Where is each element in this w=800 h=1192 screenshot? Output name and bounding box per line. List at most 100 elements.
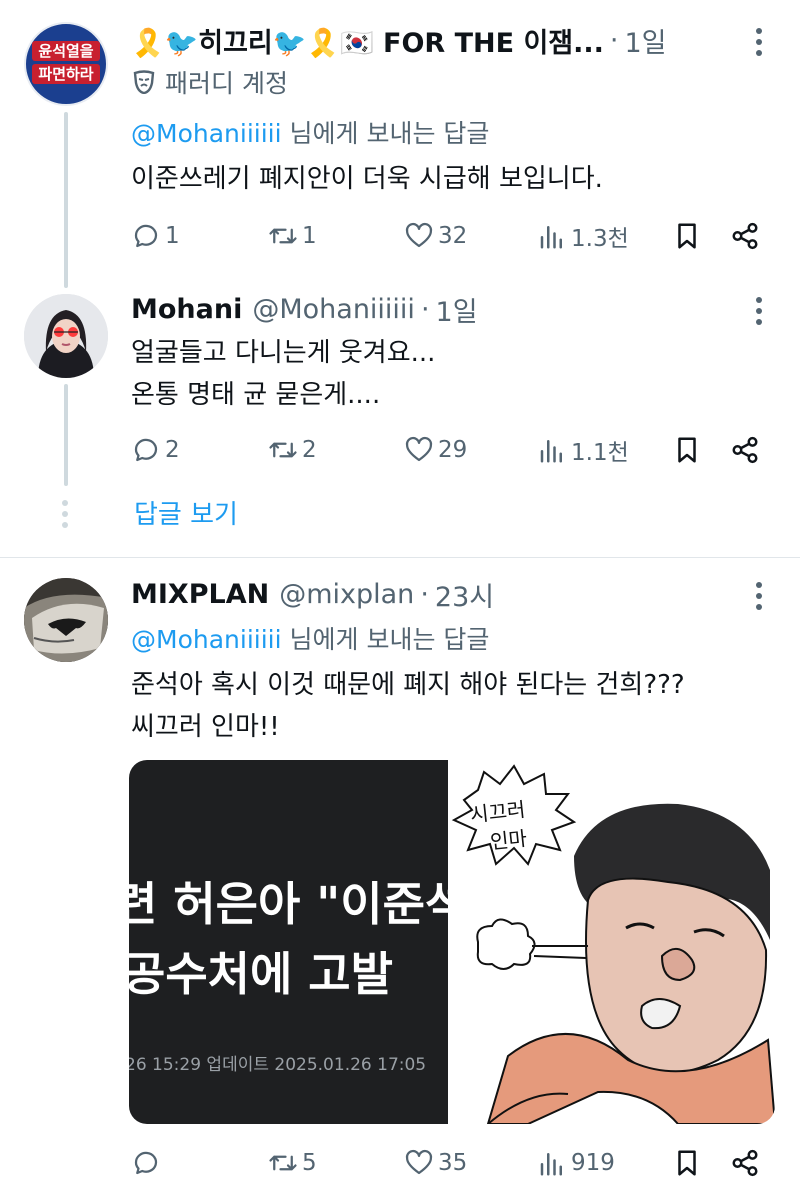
replying-to: @Mohaniiiiii 님에게 보내는 답글 [131, 620, 489, 656]
reply-button[interactable]: 2 [131, 432, 180, 468]
news-screenshot-image[interactable]: 련 허은아 "이준석 공수처에 고발 26 15:29 업데이트 2025.01… [129, 760, 448, 1124]
avatar[interactable] [24, 578, 108, 662]
thread-continue-dots [62, 500, 68, 528]
retweet-button[interactable]: 1 [268, 218, 317, 254]
views-count: 1.1천 [571, 440, 629, 466]
bookmark-button[interactable] [672, 1145, 702, 1181]
tweet-header: 🎗️🐦히끄리🐦🎗️🇰🇷 FOR THE 이잼... · 1일 [131, 21, 667, 60]
display-name[interactable]: 🎗️🐦히끄리🐦🎗️🇰🇷 FOR THE 이잼... [131, 21, 604, 60]
bookmark-button[interactable] [672, 218, 702, 254]
reply-suffix: 님에게 보내는 답글 [281, 625, 490, 654]
like-icon [405, 1149, 433, 1175]
bookmark-icon [678, 223, 696, 249]
bookmark-icon [678, 1150, 696, 1176]
timestamp[interactable]: 1일 [436, 290, 478, 329]
reply-button[interactable]: 1 [131, 218, 180, 254]
parody-text: 패러디 계정 [165, 69, 288, 98]
parody-mask-icon [133, 70, 155, 95]
handle[interactable]: @mixplan [279, 579, 414, 610]
more-icon[interactable] [755, 297, 763, 330]
divider [0, 557, 800, 558]
tweet-actions: 5 35 919 [0, 1145, 800, 1181]
reply-count: 1 [165, 223, 180, 249]
tweet-text-line: 준석아 혹시 이것 때문에 폐지 해야 된다는 건희??? [131, 670, 685, 700]
like-icon [405, 436, 433, 462]
display-name[interactable]: Mohani [131, 294, 242, 325]
like-count: 32 [438, 223, 468, 249]
separator-dot: · [420, 578, 429, 610]
mention-link[interactable]: @Mohaniiiiii [131, 119, 282, 148]
like-count: 29 [438, 437, 468, 463]
reply-icon [134, 438, 158, 462]
like-button[interactable]: 29 [404, 432, 467, 468]
views-icon [540, 1153, 562, 1176]
like-icon [405, 222, 433, 248]
tweet-text-line: 씨끄러 인마!! [131, 712, 280, 742]
timestamp[interactable]: 1일 [625, 21, 667, 60]
views-icon [540, 226, 562, 249]
bookmark-icon [678, 437, 696, 463]
share-button[interactable] [730, 218, 760, 254]
share-icon [732, 222, 758, 250]
share-icon [732, 436, 758, 464]
share-button[interactable] [730, 1145, 760, 1181]
like-button[interactable]: 35 [404, 1145, 467, 1181]
reply-suffix: 님에게 보내는 답글 [281, 119, 490, 148]
share-icon [732, 1149, 758, 1177]
media-grid: 련 허은아 "이준석 공수처에 고발 26 15:29 업데이트 2025.01… [129, 760, 775, 1124]
retweet-count: 2 [302, 437, 317, 463]
news-meta: 26 15:29 업데이트 2025.01.26 17:05 [129, 1055, 427, 1075]
display-name[interactable]: MIXPLAN [131, 579, 269, 610]
avatar[interactable] [24, 294, 108, 378]
views-icon [540, 440, 562, 463]
bookmark-button[interactable] [672, 432, 702, 468]
retweet-icon [269, 1155, 297, 1171]
retweet-icon [269, 442, 297, 458]
avatar-text: 파면하라 [32, 64, 100, 84]
tweet-text: 준석아 혹시 이것 때문에 폐지 해야 된다는 건희??? 씨끄러 인마!! [131, 664, 685, 748]
more-icon[interactable] [755, 28, 763, 61]
tweet-text-line: 이준쓰레기 폐지안이 더욱 시급해 보입니다. [131, 164, 603, 194]
news-headline-line: 공수처에 고발 [129, 947, 393, 1001]
tweet-text-line: 온통 명태 균 묻은게.... [131, 380, 381, 410]
like-button[interactable]: 32 [404, 218, 467, 254]
retweet-count: 5 [302, 1150, 317, 1176]
retweet-icon [269, 228, 297, 244]
views-button[interactable]: 1.1천 [537, 432, 629, 468]
tweet-text: 이준쓰레기 폐지안이 더욱 시급해 보입니다. [131, 158, 603, 200]
tweet-header: Mohani @Mohaniiiiii · 1일 [131, 290, 478, 329]
retweet-count: 1 [302, 223, 317, 249]
cartoon-image[interactable]: 시끄러 인마 [448, 760, 775, 1124]
tweet-text-line: 얼굴들고 다니는게 웃겨요... [131, 338, 436, 368]
replying-to: @Mohaniiiiii 님에게 보내는 답글 [131, 114, 489, 150]
handle[interactable]: @Mohaniiiiii [252, 294, 415, 325]
more-icon[interactable] [755, 582, 763, 615]
tweet-text: 얼굴들고 다니는게 웃겨요... 온통 명태 균 묻은게.... [131, 332, 435, 416]
share-button[interactable] [730, 432, 760, 468]
parody-label: 패러디 계정 [133, 64, 288, 100]
separator-dot: · [420, 293, 430, 325]
reply-count: 2 [165, 437, 180, 463]
mention-link[interactable]: @Mohaniiiiii [131, 625, 282, 654]
views-button[interactable]: 919 [537, 1145, 615, 1181]
avatar[interactable]: 윤석열을 파면하라 [24, 22, 108, 106]
retweet-button[interactable]: 2 [268, 432, 317, 468]
retweet-button[interactable]: 5 [268, 1145, 317, 1181]
timestamp[interactable]: 23시 [435, 575, 494, 614]
reply-icon [134, 224, 158, 248]
reply-button[interactable] [131, 1145, 165, 1181]
views-button[interactable]: 1.3천 [537, 218, 629, 254]
cartoon-bubble-text: 인마 [489, 826, 529, 854]
separator-dot: · [609, 24, 619, 56]
avatar-text: 윤석열을 [32, 41, 100, 61]
reply-icon [134, 1151, 158, 1175]
tweet-header: MIXPLAN @mixplan · 23시 [131, 575, 494, 614]
tweet-actions: 1 1 32 1.3천 [0, 218, 800, 254]
thread-line [64, 112, 68, 288]
views-count: 919 [571, 1150, 615, 1176]
news-headline-line: 련 허은아 "이준석 [129, 877, 448, 931]
like-count: 35 [438, 1150, 468, 1176]
tweet-actions: 2 2 29 1.1천 [0, 432, 800, 468]
views-count: 1.3천 [571, 226, 629, 252]
show-replies-link[interactable]: 답글 보기 [134, 494, 238, 531]
